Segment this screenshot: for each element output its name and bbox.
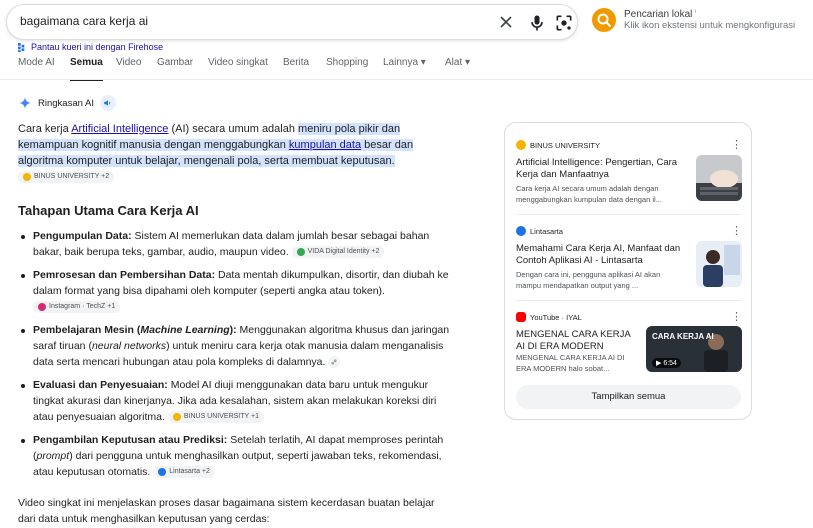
local-search-extension[interactable]: Pencarian lokal ⁱ Klik ikon ekstensi unt… (592, 8, 807, 34)
firehose-label[interactable]: Pantau kueri ini dengan Firehose (31, 42, 163, 52)
source-card[interactable]: BINUS UNIVERSITY ⋮ Artificial Intelligen… (516, 138, 742, 210)
video-intro-text: Video singkat ini menjelaskan proses das… (18, 497, 435, 525)
more-options-icon[interactable]: ⋮ (731, 224, 742, 237)
source-site: YouTube · IYAL (516, 312, 582, 322)
lintasarta-icon (516, 226, 526, 236)
link-kumpulan-data[interactable]: kumpulan data (289, 139, 361, 151)
search-icon (597, 13, 611, 27)
source-chip-instagram[interactable]: Instagram · TechZ +1 (33, 301, 121, 314)
tabs-divider (0, 79, 813, 80)
lens-icon[interactable] (554, 13, 574, 33)
local-search-subtitle: Klik ikon ekstensi untuk mengkonfigurasi (624, 20, 796, 31)
list-item: Pembelajaran Mesin (Machine Learning): M… (18, 322, 450, 370)
source-title[interactable]: MENGENAL CARA KERJA AI DI ERA MODERN (516, 329, 636, 353)
listen-button[interactable] (99, 95, 116, 111)
tab-alat[interactable]: Alat ▾ (445, 57, 470, 77)
clear-icon[interactable] (497, 13, 515, 31)
steps-list: Pengumpulan Data: Sistem AI memerlukan d… (18, 228, 450, 487)
firehose-icon (18, 42, 25, 52)
tab-gambar[interactable]: Gambar (157, 57, 193, 77)
source-chip-vida[interactable]: VIDA Digital Identity +2 (291, 246, 385, 259)
source-site: BINUS UNIVERSITY (516, 140, 600, 150)
link-icon (331, 359, 337, 365)
source-card[interactable]: Lintasarta ⋮ Memahami Cara Kerja AI, Man… (516, 224, 742, 296)
ai-overview-header: Ringkasan AI (18, 95, 116, 111)
binus-icon (516, 140, 526, 150)
more-options-icon[interactable]: ⋮ (731, 310, 742, 323)
show-all-button[interactable]: Tampilkan semua (516, 385, 741, 409)
tab-video-singkat[interactable]: Video singkat (208, 57, 268, 77)
thumb-caption: CARA KERJA AI (652, 332, 714, 341)
vida-icon (296, 248, 305, 257)
firehose-link[interactable]: Pantau kueri ini dengan Firehose (18, 42, 163, 52)
video-duration: ▶ 6:54 (652, 358, 681, 368)
link-artificial-intelligence[interactable]: Artificial Intelligence (71, 123, 168, 135)
youtube-icon (516, 312, 526, 322)
source-chip-binus[interactable]: BINUS UNIVERSITY +1 (167, 411, 264, 424)
source-title[interactable]: Memahami Cara Kerja AI, Manfaat dan Cont… (516, 243, 686, 267)
video-thumbnail[interactable]: CARA KERJA AI ▶ 6:54 (646, 326, 742, 372)
local-search-title: Pencarian lokal ⁱ (624, 9, 697, 20)
list-item: Pemrosesan dan Pembersihan Data: Data me… (18, 267, 450, 315)
more-options-icon[interactable]: ⋮ (731, 138, 742, 151)
tab-lainnya[interactable]: Lainnya ▾ (383, 57, 426, 77)
tab-shopping[interactable]: Shopping (326, 57, 368, 77)
intro-text: (AI) secara umum adalah (168, 123, 299, 135)
tab-semua[interactable]: Semua (70, 57, 103, 81)
source-site: Lintasarta (516, 226, 563, 236)
sources-panel: BINUS UNIVERSITY ⋮ Artificial Intelligen… (504, 122, 752, 420)
section-heading: Tahapan Utama Cara Kerja AI (18, 203, 199, 218)
source-snippet: Dengan cara ini, pengguna aplikasi AI ak… (516, 270, 661, 290)
mic-icon[interactable] (527, 13, 547, 33)
lintasarta-icon (158, 468, 167, 477)
divider (516, 300, 742, 301)
list-item: Pengambilan Keputusan atau Prediksi: Set… (18, 432, 450, 480)
binus-icon (172, 413, 181, 422)
ai-overview-intro: Cara kerja Artificial Intelligence (AI) … (18, 121, 446, 185)
source-thumbnail[interactable] (696, 155, 742, 201)
source-card[interactable]: YouTube · IYAL ⋮ MENGENAL CARA KERJA AI … (516, 310, 742, 382)
source-snippet: Cara kerja AI secara umum adalah dengan … (516, 184, 662, 204)
local-search-badge[interactable] (592, 8, 616, 32)
link-chip[interactable] (328, 356, 341, 369)
source-title[interactable]: Artificial Intelligence: Pengertian, Car… (516, 157, 686, 181)
instagram-icon (38, 303, 46, 312)
source-chip-binus[interactable]: BINUS UNIVERSITY +2 (18, 171, 115, 184)
search-query[interactable]: bagaimana cara kerja ai (20, 14, 148, 28)
tab-mode-ai[interactable]: Mode AI (18, 57, 55, 77)
source-snippet: MENGENAL CARA KERJA AI DI ERA MODERN hal… (516, 353, 625, 373)
search-box[interactable]: bagaimana cara kerja ai (6, 4, 578, 40)
list-item: Evaluasi dan Penyesuaian: Model AI diuji… (18, 377, 450, 425)
speaker-icon (104, 100, 111, 106)
source-thumbnail[interactable] (696, 241, 742, 287)
divider (516, 214, 742, 215)
intro-text: Cara kerja (18, 123, 72, 135)
source-chip-lintasarta[interactable]: Lintasarta +2 (153, 466, 215, 479)
tab-video[interactable]: Video (116, 57, 141, 77)
sparkle-icon (19, 97, 31, 109)
ai-overview-label: Ringkasan AI (38, 97, 94, 109)
info-mark: ⁱ (695, 10, 697, 17)
binus-icon (23, 173, 31, 182)
list-item: Pengumpulan Data: Sistem AI memerlukan d… (18, 228, 450, 260)
tab-berita[interactable]: Berita (283, 57, 309, 77)
